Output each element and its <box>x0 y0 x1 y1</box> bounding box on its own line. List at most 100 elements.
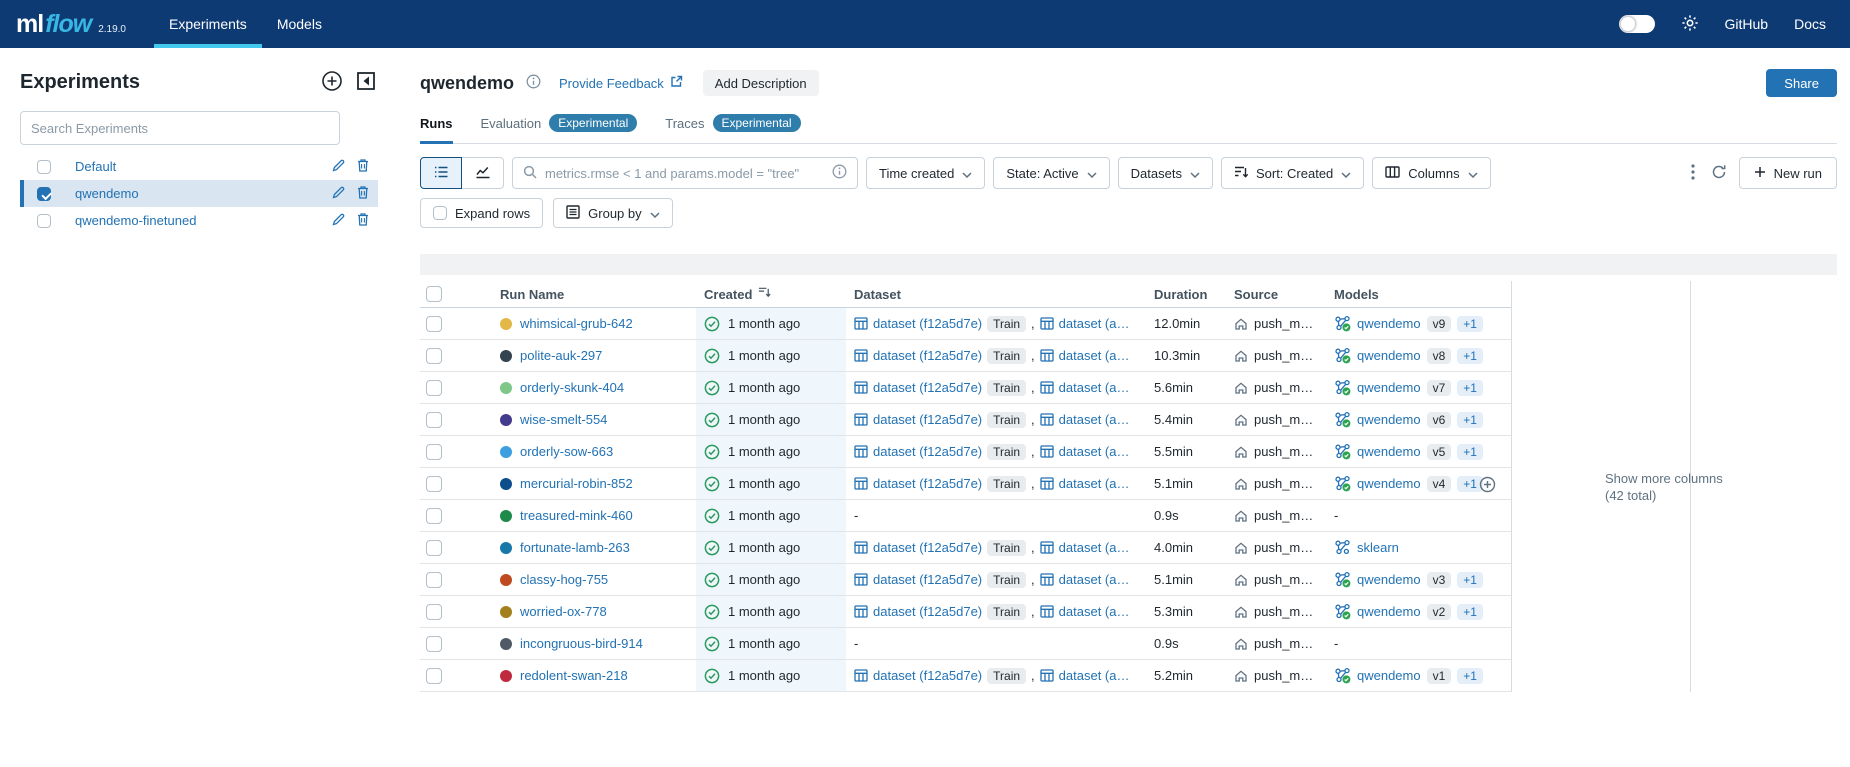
experiment-search-input[interactable] <box>20 111 340 145</box>
dataset-link[interactable]: dataset (a… <box>1059 540 1130 555</box>
model-link[interactable]: qwendemo <box>1357 476 1421 491</box>
dataset-link[interactable]: dataset (f12a5d7e) <box>873 412 982 427</box>
experiment-checkbox[interactable] <box>37 160 51 174</box>
new-run-button[interactable]: New run <box>1739 157 1837 189</box>
row-checkbox[interactable] <box>426 604 442 620</box>
experiment-checkbox[interactable] <box>37 187 51 201</box>
sort-dropdown[interactable]: Sort: Created <box>1221 157 1364 189</box>
more-models-tag[interactable]: +1 <box>1457 412 1483 428</box>
model-link[interactable]: qwendemo <box>1357 604 1421 619</box>
row-checkbox[interactable] <box>426 348 442 364</box>
row-checkbox[interactable] <box>426 508 442 524</box>
share-button[interactable]: Share <box>1766 69 1837 97</box>
run-name-link[interactable]: worried-ox-778 <box>520 604 607 619</box>
row-checkbox[interactable] <box>426 572 442 588</box>
model-link[interactable]: sklearn <box>1357 540 1399 555</box>
row-checkbox[interactable] <box>426 668 442 684</box>
experiment-name-link[interactable]: qwendemo <box>75 186 331 201</box>
dataset-link[interactable]: dataset (a… <box>1059 316 1130 331</box>
dataset-link[interactable]: dataset (a… <box>1059 668 1130 683</box>
more-models-tag[interactable]: +1 <box>1457 604 1483 620</box>
docs-link[interactable]: Docs <box>1794 16 1826 32</box>
dataset-link[interactable]: dataset (f12a5d7e) <box>873 668 982 683</box>
group-by-dropdown[interactable]: Group by <box>553 198 672 228</box>
theme-toggle[interactable] <box>1619 15 1655 33</box>
table-row[interactable]: whimsical-grub-6421 month agodataset (f1… <box>420 308 1511 340</box>
run-name-link[interactable]: incongruous-bird-914 <box>520 636 643 651</box>
table-row[interactable]: classy-hog-7551 month agodataset (f12a5d… <box>420 564 1511 596</box>
tab-traces[interactable]: TracesExperimental <box>665 114 800 144</box>
collapse-sidebar-button[interactable] <box>355 70 377 95</box>
row-checkbox[interactable] <box>426 412 442 428</box>
row-checkbox[interactable] <box>426 444 442 460</box>
mlflow-logo[interactable]: mlflow 2.19.0 <box>16 0 126 48</box>
dataset-link[interactable]: dataset (f12a5d7e) <box>873 348 982 363</box>
tab-evaluation[interactable]: EvaluationExperimental <box>481 114 638 144</box>
experiment-name-link[interactable]: qwendemo-finetuned <box>75 213 331 228</box>
dataset-link[interactable]: dataset (a… <box>1059 604 1130 619</box>
more-models-tag[interactable]: +1 <box>1457 444 1483 460</box>
run-name-link[interactable]: mercurial-robin-852 <box>520 476 633 491</box>
sidebar-item-qwendemo-finetuned[interactable]: qwendemo-finetuned <box>20 207 378 234</box>
dataset-link[interactable]: dataset (f12a5d7e) <box>873 316 982 331</box>
dataset-link[interactable]: dataset (a… <box>1059 348 1130 363</box>
state-dropdown[interactable]: State: Active <box>993 157 1109 189</box>
more-models-tag[interactable]: +1 <box>1457 380 1483 396</box>
columns-dropdown[interactable]: Columns <box>1372 157 1490 189</box>
dataset-link[interactable]: dataset (f12a5d7e) <box>873 572 982 587</box>
table-row[interactable]: orderly-skunk-4041 month agodataset (f12… <box>420 372 1511 404</box>
nav-tab-experiments[interactable]: Experiments <box>154 0 262 48</box>
more-models-tag[interactable]: +1 <box>1457 316 1483 332</box>
more-actions-button[interactable] <box>1687 160 1699 187</box>
runs-filter-input[interactable] <box>545 166 824 181</box>
row-checkbox[interactable] <box>426 380 442 396</box>
table-row[interactable]: mercurial-robin-8521 month agodataset (f… <box>420 468 1511 500</box>
experiment-checkbox[interactable] <box>37 214 51 228</box>
dataset-link[interactable]: dataset (f12a5d7e) <box>873 444 982 459</box>
github-link[interactable]: GitHub <box>1725 16 1769 32</box>
col-header-models[interactable]: Models <box>1326 287 1511 302</box>
dataset-link[interactable]: dataset (a… <box>1059 476 1130 491</box>
row-checkbox[interactable] <box>426 476 442 492</box>
model-link[interactable]: qwendemo <box>1357 348 1421 363</box>
table-row[interactable]: fortunate-lamb-2631 month agodataset (f1… <box>420 532 1511 564</box>
delete-experiment-button[interactable] <box>356 185 370 203</box>
new-experiment-button[interactable] <box>321 70 343 95</box>
more-models-tag[interactable]: +1 <box>1457 572 1483 588</box>
expand-rows-toggle[interactable]: Expand rows <box>420 198 543 228</box>
search-info-icon[interactable] <box>832 164 847 182</box>
row-checkbox[interactable] <box>426 636 442 652</box>
show-more-columns-button[interactable]: Show more columns (42 total) <box>1479 470 1723 504</box>
delete-experiment-button[interactable] <box>356 212 370 230</box>
dataset-link[interactable]: dataset (f12a5d7e) <box>873 380 982 395</box>
col-header-source[interactable]: Source <box>1226 287 1326 302</box>
expand-rows-checkbox[interactable] <box>433 206 447 220</box>
run-name-link[interactable]: whimsical-grub-642 <box>520 316 633 331</box>
col-header-created[interactable]: Created <box>696 286 846 302</box>
run-name-link[interactable]: treasured-mink-460 <box>520 508 633 523</box>
table-row[interactable]: redolent-swan-2181 month agodataset (f12… <box>420 660 1511 692</box>
info-icon[interactable] <box>526 74 541 92</box>
sidebar-item-Default[interactable]: Default <box>20 153 378 180</box>
refresh-button[interactable] <box>1707 160 1731 187</box>
provide-feedback-link[interactable]: Provide Feedback <box>559 75 683 91</box>
model-link[interactable]: qwendemo <box>1357 444 1421 459</box>
run-name-link[interactable]: orderly-sow-663 <box>520 444 613 459</box>
model-link[interactable]: qwendemo <box>1357 572 1421 587</box>
run-name-link[interactable]: polite-auk-297 <box>520 348 602 363</box>
select-all-checkbox[interactable] <box>426 286 442 302</box>
run-name-link[interactable]: wise-smelt-554 <box>520 412 607 427</box>
experiment-name-link[interactable]: Default <box>75 159 331 174</box>
table-row[interactable]: treasured-mink-4601 month ago-0.9spush_m… <box>420 500 1511 532</box>
time-created-dropdown[interactable]: Time created <box>866 157 985 189</box>
run-name-link[interactable]: classy-hog-755 <box>520 572 608 587</box>
col-header-dataset[interactable]: Dataset <box>846 287 1146 302</box>
edit-experiment-button[interactable] <box>331 212 346 230</box>
more-models-tag[interactable]: +1 <box>1457 668 1483 684</box>
model-link[interactable]: qwendemo <box>1357 380 1421 395</box>
col-header-run-name[interactable]: Run Name <box>476 287 696 302</box>
datasets-dropdown[interactable]: Datasets <box>1118 157 1213 189</box>
dataset-link[interactable]: dataset (a… <box>1059 444 1130 459</box>
model-link[interactable]: qwendemo <box>1357 316 1421 331</box>
dataset-link[interactable]: dataset (a… <box>1059 380 1130 395</box>
